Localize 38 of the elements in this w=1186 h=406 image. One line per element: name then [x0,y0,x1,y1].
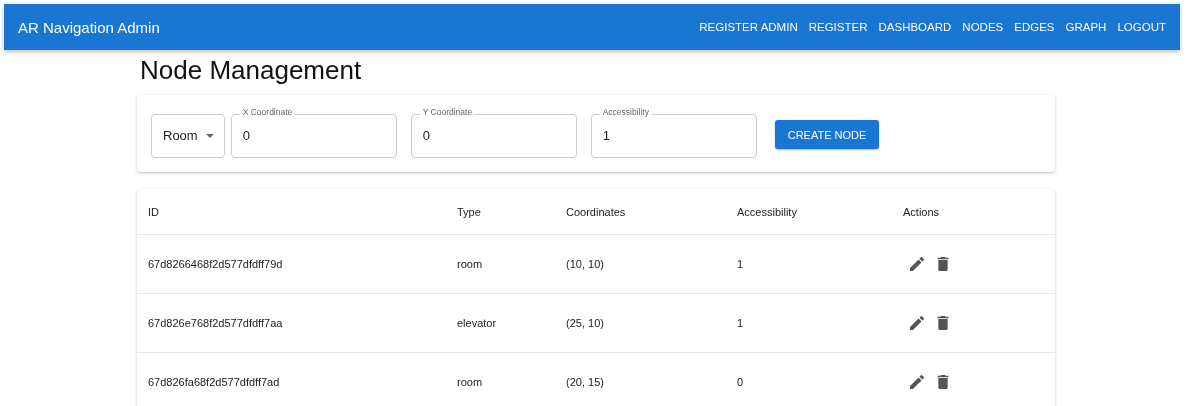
table-cell: (20, 15) [566,376,604,388]
field-label: Y Coordinate [419,106,476,117]
table-cell: room [457,376,483,388]
column-header: Actions [903,205,940,218]
app-title: AR Navigation Admin [18,18,160,36]
table-cell: 67d826fa68f2d577dfdff7ad [148,376,280,388]
nav-link[interactable]: DASHBOARD [878,21,952,33]
delete-icon[interactable] [936,316,950,330]
type-select[interactable]: Room [151,113,225,158]
nav-link[interactable]: REGISTER [808,21,868,33]
table-cell: 67d826e768f2d577dfdff7aa [148,317,283,329]
nav-link[interactable]: LOGOUT [1117,21,1166,33]
table-cell: 0 [737,376,744,388]
table-cell: (10, 10) [566,258,604,270]
nav-link[interactable]: EDGES [1014,21,1055,33]
table-cell: (25, 10) [566,317,604,329]
field-label: X Coordinate [239,106,296,117]
delete-icon[interactable] [936,375,950,389]
edit-icon[interactable] [910,257,924,271]
table-cell: 1 [737,258,744,270]
table-cell: elevator [457,317,497,329]
edit-icon[interactable] [910,375,924,389]
column-header: Coordinates [566,205,626,218]
table-cell: room [457,258,483,270]
caret-icon [205,133,214,138]
nav-link[interactable]: GRAPH [1065,21,1107,33]
column-header: ID [148,205,159,218]
edit-icon[interactable] [910,316,924,330]
page-title: Node Management [140,54,363,86]
nav-link[interactable]: NODES [962,21,1004,33]
column-header: Type [457,205,481,218]
column-header: Accessibility [737,205,797,218]
field-label: Accessibility [599,106,652,117]
table-cell: 1 [737,317,744,329]
nav-link[interactable]: REGISTER ADMIN [699,21,798,33]
table-cell: 67d8266468f2d577dfdff79d [148,258,283,270]
create-node-button[interactable]: CREATE NODE [774,120,880,149]
delete-icon[interactable] [936,257,950,271]
